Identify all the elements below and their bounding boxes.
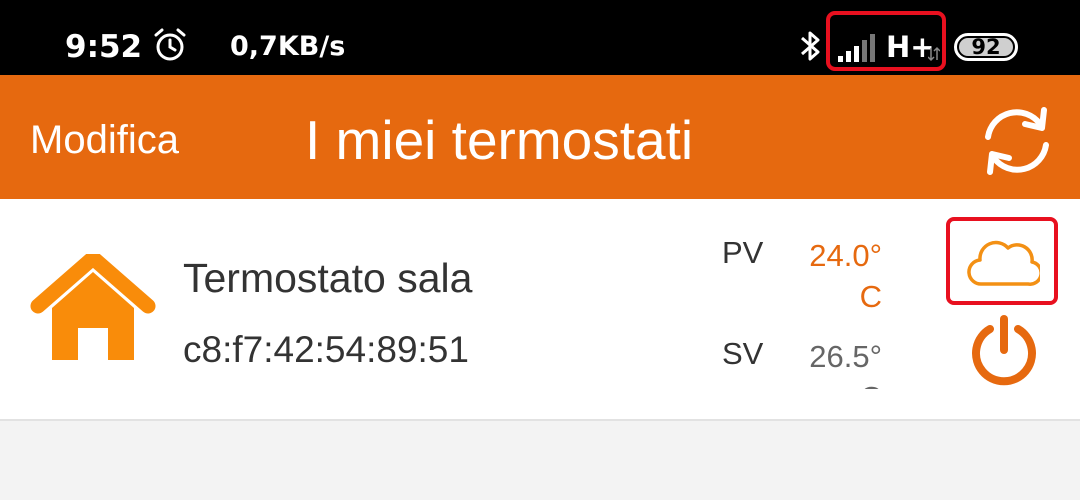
battery-icon: 92 [954,33,1018,61]
device-name: Termostato sala [183,255,473,301]
cloud-icon[interactable] [966,234,1040,290]
sv-label: SV [722,336,764,371]
sv-value: 26.5° C [809,339,882,389]
app-header: Modifica I miei termostati [0,75,1080,199]
thermostat-card[interactable]: Termostato sala c8:f7:42:54:89:51 PV 24.… [0,199,1080,421]
edit-button[interactable]: Modifica [30,118,179,163]
cellular-signal-icon [838,34,875,62]
pv-value: 24.0° C [809,238,882,314]
house-icon [30,254,156,360]
bluetooth-icon [801,31,820,61]
data-speed: 0,7KB/s [230,31,346,62]
status-bar: 9:52 0,7KB/s H+ 92 [0,0,1080,75]
battery-level: 92 [971,35,1001,59]
page-title: I miei termostati [305,109,694,171]
device-mac-address: c8:f7:42:54:89:51 [183,329,469,370]
refresh-icon[interactable] [978,102,1056,180]
pv-label: PV [722,235,764,270]
data-arrows-icon [928,46,940,62]
power-icon[interactable] [968,314,1040,386]
status-time: 9:52 [65,29,143,65]
alarm-clock-icon [154,28,186,61]
